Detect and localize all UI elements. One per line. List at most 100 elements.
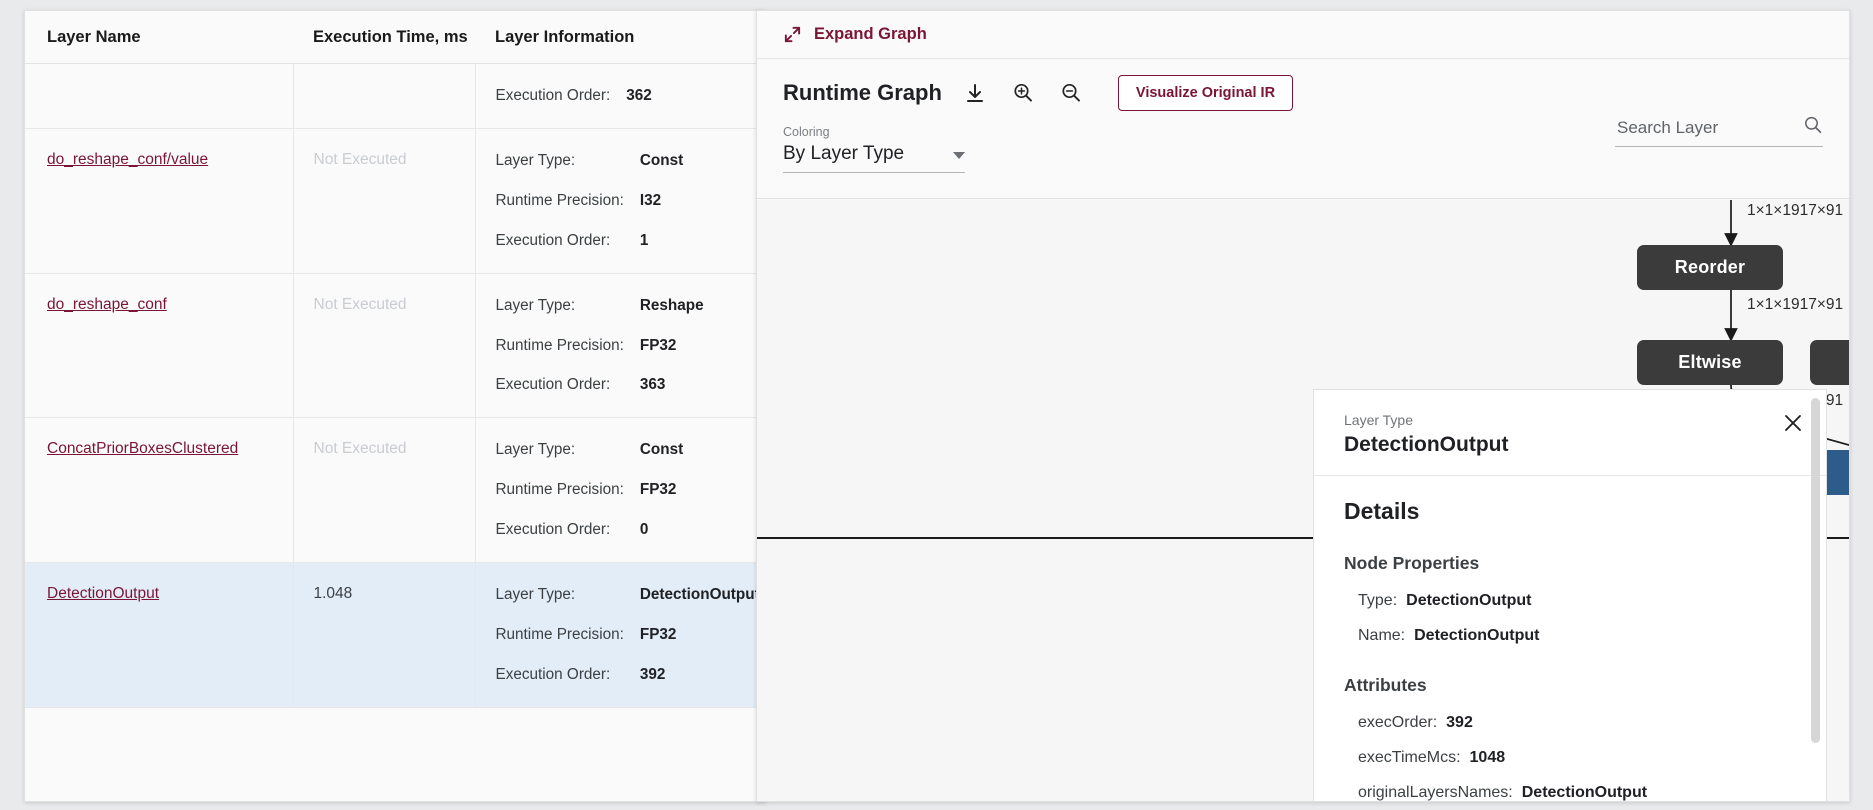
details-scrollbar[interactable]	[1811, 398, 1820, 801]
expand-graph-label: Expand Graph	[814, 25, 927, 43]
attribute-key: execOrder:	[1358, 714, 1438, 731]
node-property-type: Type: DetectionOutput	[1358, 592, 1796, 610]
zoom-out-button[interactable]	[1056, 78, 1086, 108]
graph-node-label: Reorder	[1674, 257, 1746, 277]
info-runtime-precision: Runtime Precision: FP32	[496, 625, 767, 665]
cell-layer-information: Execution Order: 362	[474, 63, 767, 129]
cell-execution-time: Not Executed	[292, 417, 475, 563]
graph-node-reorder[interactable]: Reorder	[1637, 245, 1783, 290]
edge-label-top: 1×1×1917×91	[1747, 202, 1844, 219]
property-value: DetectionOutput	[1414, 627, 1540, 644]
toolbar-top-row: Runtime Graph Visualize Original IR	[783, 75, 1823, 111]
info-layer-type: Layer Type: DetectionOutput	[496, 585, 767, 625]
attribute-value: DetectionOutput	[1521, 784, 1648, 801]
info-runtime-precision: Runtime Precision: I32	[496, 191, 767, 231]
info-value-runtime-precision: FP32	[639, 336, 677, 354]
layer-name-link[interactable]: do_reshape_conf	[47, 296, 167, 313]
info-label-execution-order: Execution Order:	[495, 521, 611, 538]
table-head: Layer Name Execution Time, ms Layer Info…	[25, 11, 766, 65]
attribute-execorder: execOrder: 392	[1358, 714, 1796, 732]
info-execution-order: Execution Order: 362	[496, 86, 767, 106]
attribute-originallayersnames: originalLayersNames: DetectionOutput	[1358, 784, 1796, 801]
info-label-runtime-precision: Runtime Precision:	[495, 481, 624, 499]
profiling-app-window: Layer Name Execution Time, ms Layer Info…	[0, 0, 1873, 810]
search-layer-row	[1615, 115, 1823, 147]
attribute-exectimemcs: execTimeMcs: 1048	[1358, 749, 1796, 767]
coloring-control: Coloring By Layer Type	[783, 125, 965, 173]
info-label-layer-type: Layer Type:	[495, 585, 576, 603]
table-row[interactable]: DetectionOutput 1.048 Layer Type: Detect…	[25, 562, 767, 708]
info-value-layer-type: Const	[639, 152, 684, 169]
node-property-name: Name: DetectionOutput	[1358, 627, 1796, 645]
info-label-execution-order: Execution Order:	[495, 665, 611, 683]
chevron-down-icon	[953, 152, 965, 159]
visualize-original-ir-button[interactable]: Visualize Original IR	[1117, 75, 1294, 111]
details-card-body[interactable]: Details Node Properties Type: DetectionO…	[1314, 476, 1826, 801]
graph-node-label: Eltwise	[1678, 352, 1742, 372]
info-label-layer-type: Layer Type:	[495, 296, 576, 314]
search-input[interactable]	[1615, 116, 1780, 139]
column-header-layer-information[interactable]: Layer Information	[475, 11, 766, 65]
info-value-execution-order: 363	[639, 376, 666, 394]
cell-layer-name: do_reshape_conf	[25, 273, 293, 419]
graph-canvas[interactable]: 1×1×1917×91 1×1×1917×91 1×1×1917×91 2 1×…	[757, 200, 1849, 801]
info-value-layer-type: DetectionOutput	[639, 585, 760, 603]
info-label-layer-type: Layer Type:	[495, 152, 576, 169]
details-scrollbar-thumb[interactable]	[1811, 398, 1820, 743]
zoom-in-button[interactable]	[1008, 78, 1038, 108]
info-value-runtime-precision: I32	[639, 191, 662, 209]
column-header-execution-time[interactable]: Execution Time, ms	[293, 11, 475, 65]
coloring-label: Coloring	[783, 125, 830, 139]
execution-time-value: Not Executed	[313, 295, 407, 313]
download-graph-button[interactable]	[960, 78, 990, 108]
graph-title: Runtime Graph	[783, 80, 942, 105]
cell-layer-name: do_reshape_conf/value	[25, 128, 293, 274]
details-heading: Details	[1344, 498, 1420, 524]
info-value-runtime-precision: FP32	[639, 481, 677, 499]
expand-arrows-icon	[784, 26, 801, 43]
coloring-select[interactable]: By Layer Type	[783, 143, 965, 173]
cell-layer-name: ConcatPriorBoxesClustered	[25, 417, 293, 563]
cell-execution-time: Not Executed	[292, 273, 475, 419]
cell-layer-name	[25, 63, 293, 129]
info-layer-type: Layer Type: Reshape	[496, 296, 767, 336]
table-header-row: Layer Name Execution Time, ms Layer Info…	[25, 11, 766, 65]
layer-name-link[interactable]: ConcatPriorBoxesClustered	[47, 440, 238, 457]
close-icon[interactable]	[1782, 412, 1804, 434]
info-runtime-precision: Runtime Precision: FP32	[496, 480, 767, 520]
table-row[interactable]: Execution Order: 362	[25, 63, 767, 129]
cell-execution-time: 1.048	[292, 562, 475, 708]
info-value-runtime-precision: FP32	[639, 625, 677, 643]
execution-time-value: Not Executed	[313, 440, 407, 458]
graph-node-eltwise[interactable]: Eltwise	[1637, 340, 1783, 385]
attribute-value: 392	[1446, 714, 1473, 731]
expand-graph-button[interactable]: Expand Graph	[783, 25, 927, 44]
layers-table: Layer Name Execution Time, ms Layer Info…	[25, 11, 766, 708]
column-header-layer-name[interactable]: Layer Name	[25, 11, 293, 65]
cell-layer-information: Layer Type: Const Runtime Precision: FP3…	[474, 417, 767, 563]
table-body: Execution Order: 362 do_reshape_conf/val…	[25, 63, 767, 708]
info-label-layer-type: Layer Type:	[495, 441, 576, 459]
layer-name-link[interactable]: DetectionOutput	[47, 585, 159, 602]
info-value-execution-order: 392	[639, 665, 666, 683]
table-row[interactable]: do_reshape_conf Not Executed Layer Type:…	[25, 273, 767, 419]
layer-name-link[interactable]: do_reshape_conf/value	[47, 151, 208, 168]
info-label-execution-order: Execution Order:	[495, 376, 611, 394]
expand-graph-bar: Expand Graph	[757, 11, 1849, 59]
details-layer-type-title: DetectionOutput	[1344, 433, 1509, 456]
attribute-key: originalLayersNames:	[1358, 784, 1513, 801]
zoom-in-icon	[1014, 83, 1032, 102]
info-value-execution-order: 1	[639, 231, 649, 249]
search-icon[interactable]	[1803, 115, 1823, 140]
table-row[interactable]: do_reshape_conf/value Not Executed Layer…	[25, 128, 767, 274]
download-icon	[966, 84, 983, 102]
table-row[interactable]: ConcatPriorBoxesClustered Not Executed L…	[25, 417, 767, 563]
attribute-value: 1048	[1469, 749, 1506, 766]
info-layer-type: Layer Type: Const	[496, 440, 767, 480]
details-kicker-label: Layer Type	[1344, 412, 1414, 428]
attribute-key: execTimeMcs:	[1358, 749, 1461, 766]
graph-node-const-1[interactable]: Const	[1810, 340, 1849, 385]
layer-details-card: Layer Type DetectionOutput Details Node …	[1313, 389, 1827, 801]
info-value-layer-type: Const	[639, 441, 684, 459]
cell-execution-time	[292, 63, 475, 129]
